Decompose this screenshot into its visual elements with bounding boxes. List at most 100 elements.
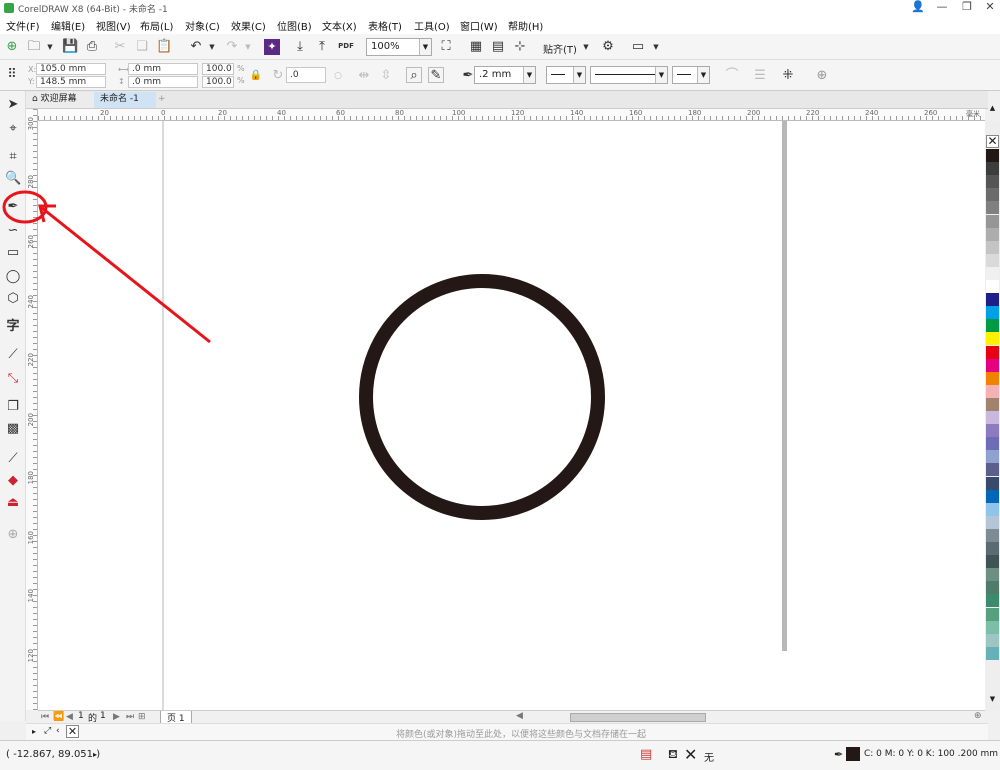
palette-swatch[interactable] [986,542,999,555]
first-page-arrow-icon[interactable]: ⏪ [53,712,64,722]
zoom-fit-icon[interactable]: ⊕ [974,711,982,721]
transparency-tool-icon[interactable]: ▩ [5,421,21,437]
fill-bucket-icon[interactable]: ⛾ [668,747,678,763]
undo-icon[interactable]: ↶ [188,39,204,55]
palette-swatch[interactable] [986,397,999,411]
palette-expand-icon[interactable]: ▸ [32,727,36,736]
smart-fill-tool-icon[interactable]: ⏏ [5,495,21,511]
line-style-select[interactable]: ▼ [590,66,668,84]
connector-tool-icon[interactable]: ⤡ [5,371,21,387]
wrap-text-icon[interactable]: ☰ [752,68,768,84]
outline-pen-status-icon[interactable]: ✒ [834,748,843,761]
save-icon[interactable]: 💾 [62,39,78,55]
menu-view[interactable]: 视图(V) [96,18,131,33]
palette-swatch[interactable] [986,450,999,464]
open-folder-icon[interactable]: 🗀 [26,39,42,55]
palette-swatch[interactable] [986,214,999,228]
zoom-level-select[interactable]: 100% ▼ [366,38,432,56]
snap-to-menu[interactable]: 贴齐(T) [543,41,577,56]
menu-window[interactable]: 窗口(W) [460,18,498,33]
palette-swatch[interactable] [986,646,999,660]
palette-swatch[interactable] [986,502,999,516]
palette-swatch[interactable] [986,371,999,385]
cut-icon[interactable]: ✂ [112,39,128,55]
add-preset-icon[interactable]: ⊕ [814,68,830,84]
palette-swatch[interactable] [986,240,999,254]
menu-file[interactable]: 文件(F) [6,18,40,33]
menu-effects[interactable]: 效果(C) [231,18,266,33]
menu-edit[interactable]: 编辑(E) [51,18,85,33]
user-account-icon[interactable]: 👤 [906,0,930,16]
lock-ratio-icon[interactable]: 🔒 [248,68,264,84]
redo-dropdown-icon[interactable]: ▼ [240,39,256,55]
open-dropdown-icon[interactable]: ▼ [42,39,58,55]
color-proofing-icon[interactable]: ▤ [640,747,652,762]
palette-swatch[interactable] [986,594,999,608]
outline-width-select[interactable]: .2 mm ▼ [474,66,536,84]
palette-swatch[interactable] [986,175,999,189]
palette-swatch[interactable] [986,555,999,569]
palette-swatch[interactable] [986,411,999,424]
palette-swatch[interactable] [986,188,999,202]
palette-swatch[interactable] [986,306,999,320]
undo-dropdown-icon[interactable]: ▼ [204,39,220,55]
x-position-field[interactable]: 105.0 mm [36,63,106,75]
palette-swatch[interactable] [986,345,999,359]
tab-welcome-screen[interactable]: ⌂ 欢迎屏幕 [26,92,94,108]
launcher-dropdown-icon[interactable]: ▼ [648,39,664,55]
palette-swatch[interactable] [986,201,999,215]
pen-pressure-icon[interactable]: ✎ [428,67,444,83]
mirror-horizontal-icon[interactable]: ⇹ [356,68,372,84]
crop-tool-icon[interactable]: ⌗ [5,149,21,165]
tab-untitled-1[interactable]: 未命名 -1 [94,92,156,108]
palette-scroll-up-icon[interactable]: ▲ [986,104,999,112]
print-icon[interactable]: ⎙ [84,39,100,55]
scale-height-field[interactable]: 100.0 [202,76,234,88]
scale-width-field[interactable]: 100.0 [202,63,234,75]
previous-page-icon[interactable]: ◀ [66,712,73,722]
app-launcher-icon[interactable]: ▭ [630,39,646,55]
export-icon[interactable]: ⤒ [314,39,330,55]
snap-dropdown-icon[interactable]: ▼ [578,39,594,55]
palette-swatch[interactable] [986,358,999,372]
scroll-left-icon[interactable]: ◀ [516,711,523,721]
palette-swatch[interactable] [986,293,999,307]
pick-tool-icon[interactable]: ➤ [5,97,21,113]
close-button[interactable]: ✕ [978,0,1000,16]
drop-shadow-tool-icon[interactable]: ❐ [5,399,21,415]
first-page-icon[interactable]: ⏮ [41,712,49,722]
show-guidelines-icon[interactable]: ⊹ [512,39,528,55]
palette-swatch[interactable] [986,581,999,595]
horizontal-ruler[interactable]: 20 0 20 40 60 80 100 120 140 160 180 200… [38,109,985,121]
no-fill-swatch-icon[interactable]: ✕ [66,725,79,738]
last-page-icon[interactable]: ⏭ [126,712,134,722]
palette-swatch[interactable] [986,620,999,634]
new-document-icon[interactable]: ⊕ [4,39,20,55]
menu-layout[interactable]: 布局(L) [140,18,173,33]
smoothing-icon[interactable]: ⁜ [780,68,796,84]
import-icon[interactable]: ⤓ [292,39,308,55]
object-origin-icon[interactable]: ⠿ [4,67,20,83]
palette-scroll-down-icon[interactable]: ▼ [986,695,999,708]
palette-swatch[interactable] [986,424,999,438]
menu-table[interactable]: 表格(T) [368,18,402,33]
menu-object[interactable]: 对象(C) [185,18,220,33]
palette-swatch[interactable] [986,280,999,293]
redo-icon[interactable]: ↷ [224,39,240,55]
circle-shape[interactable] [359,274,605,520]
paste-icon[interactable]: 📋 [156,39,172,55]
palette-swatch[interactable] [986,253,999,267]
palette-swatch[interactable] [986,437,999,451]
palette-swatch[interactable] [986,607,999,621]
eyedropper-icon[interactable]: ⤢ [44,726,51,736]
start-arrowhead-select[interactable]: ▼ [546,66,586,84]
menu-bitmap[interactable]: 位图(B) [277,18,312,33]
mirror-vertical-icon[interactable]: ⇳ [378,68,394,84]
minimize-button[interactable]: — [930,0,954,16]
palette-swatch[interactable] [986,227,999,241]
coordinates-expand-icon[interactable]: ▸ [93,750,97,759]
palette-swatch[interactable] [986,332,999,346]
palette-swatch[interactable] [986,463,999,477]
color-eyedropper-tool-icon[interactable]: ⟋ [5,451,21,467]
restore-button[interactable]: ❐ [955,0,979,16]
